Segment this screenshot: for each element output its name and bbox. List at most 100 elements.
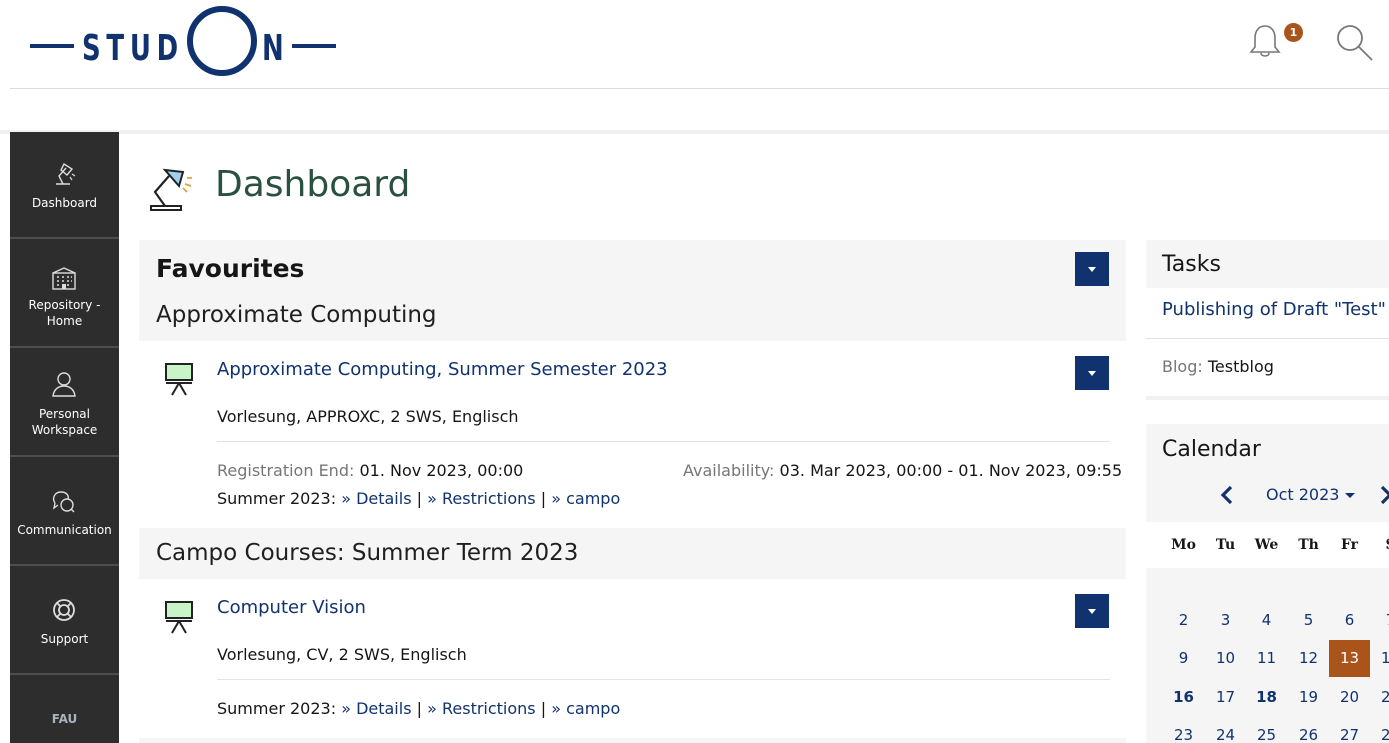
notification-bell-icon[interactable]: [1248, 22, 1282, 60]
task-link[interactable]: Publishing of Draft "Test": [1162, 299, 1386, 320]
fau-logo[interactable]: FAU: [10, 712, 119, 726]
course-actions-button[interactable]: [1075, 594, 1109, 628]
course-title-link[interactable]: Computer Vision: [217, 597, 366, 618]
tasks-footer: [1146, 396, 1389, 400]
sidebar-item-label: Dashboard: [31, 196, 98, 210]
favourites-actions-button[interactable]: [1075, 252, 1109, 286]
studon-logo[interactable]: STUD N: [30, 6, 340, 78]
course-description: Vorlesung, APPROXC, 2 SWS, Englisch: [217, 407, 519, 426]
sidebar-item-support[interactable]: Support: [10, 568, 119, 675]
calendar-day[interactable]: 19: [1288, 679, 1329, 716]
calendar-weekday: We: [1254, 537, 1279, 553]
calendar-month-label: Oct 2023: [1266, 485, 1340, 504]
main-sidebar: Dashboard Repository - Home Personal Wor…: [10, 132, 119, 743]
calendar-day[interactable]: 11: [1246, 640, 1287, 677]
group-title: Campo Courses: Summer Term 2023: [156, 540, 579, 566]
task-meta-label: Blog:: [1162, 357, 1203, 376]
content-band: [0, 130, 1389, 134]
calendar-day[interactable]: 21: [1370, 679, 1389, 716]
property-label: Availability:: [683, 461, 775, 480]
calendar-day[interactable]: 2: [1163, 602, 1204, 639]
restrictions-link[interactable]: » Restrictions: [427, 489, 536, 508]
search-icon[interactable]: [1334, 22, 1374, 62]
sidebar-item-label: Support: [40, 632, 89, 646]
logo-text-left: STUD: [82, 28, 184, 69]
page-title: Dashboard: [215, 164, 411, 205]
course-links: Summer 2023: » Details | » Restrictions …: [217, 489, 620, 508]
task-meta: Blog: Testblog: [1162, 357, 1274, 376]
course-actions-button[interactable]: [1075, 356, 1109, 390]
divider: [217, 441, 1110, 442]
task-meta-value: Testblog: [1207, 357, 1274, 376]
calendar-day[interactable]: 26: [1288, 717, 1329, 743]
separator: |: [540, 489, 547, 508]
calendar-weekday: S: [1370, 537, 1389, 553]
calendar-day[interactable]: 25: [1246, 717, 1287, 743]
calendar-day[interactable]: 10: [1205, 640, 1246, 677]
chevron-left-icon[interactable]: [1218, 484, 1236, 506]
caret-down-icon: [1345, 493, 1356, 498]
course-links: Summer 2023: » Details | » Restrictions …: [217, 699, 620, 718]
course-icon: [165, 601, 193, 634]
calendar-day[interactable]: 5: [1288, 602, 1329, 639]
calendar-day[interactable]: 3: [1205, 602, 1246, 639]
calendar-day[interactable]: 20: [1329, 679, 1370, 716]
details-link[interactable]: » Details: [341, 489, 411, 508]
sidebar-item-label: Communication: [17, 523, 112, 537]
campo-link[interactable]: » campo: [551, 489, 620, 508]
calendar-day[interactable]: 23: [1163, 717, 1204, 743]
chevron-right-icon[interactable]: [1378, 484, 1389, 506]
chat-icon: [52, 491, 75, 513]
dashboard-lamp-icon: [150, 168, 192, 211]
calendar-day[interactable]: 27: [1329, 717, 1370, 743]
sidebar-item-dashboard[interactable]: Dashboard: [10, 132, 119, 239]
separator: |: [416, 699, 423, 718]
availability: Availability: 03. Mar 2023, 00:00 - 01. …: [683, 461, 1122, 480]
divider: [217, 679, 1110, 680]
term-label: Summer 2023:: [217, 489, 337, 508]
course-title-link[interactable]: Approximate Computing, Summer Semester 2…: [217, 359, 668, 380]
details-link[interactable]: » Details: [341, 699, 411, 718]
sidebar-item-personal-workspace[interactable]: Personal Workspace: [10, 350, 119, 457]
property-value: 03. Mar 2023, 00:00 - 01. Nov 2023, 09:5…: [779, 461, 1123, 480]
calendar-weekday: Mo: [1171, 537, 1196, 553]
separator: |: [416, 489, 423, 508]
restrictions-link[interactable]: » Restrictions: [427, 699, 536, 718]
calendar-day[interactable]: 12: [1288, 640, 1329, 677]
campo-link[interactable]: » campo: [551, 699, 620, 718]
course-icon: [165, 363, 193, 396]
sidebar-item-label: Personal Workspace: [31, 407, 98, 437]
calendar-weekday: Th: [1298, 537, 1319, 553]
term-label: Summer 2023:: [217, 699, 337, 718]
calendar-day[interactable]: 28: [1370, 717, 1389, 743]
favourites-title: Favourites: [156, 254, 305, 283]
course-description: Vorlesung, CV, 2 SWS, Englisch: [217, 645, 467, 664]
calendar-day[interactable]: 6: [1329, 602, 1370, 639]
calendar-day[interactable]: 16: [1163, 679, 1204, 716]
calendar-day[interactable]: 4: [1246, 602, 1287, 639]
sidebar-item-communication[interactable]: Communication: [10, 459, 119, 566]
calendar-day[interactable]: 9: [1163, 640, 1204, 677]
group-title: Approximate Computing: [156, 302, 437, 328]
tasks-title: Tasks: [1162, 252, 1221, 277]
header-divider: [10, 88, 1389, 89]
calendar-weekday: Tu: [1215, 537, 1236, 553]
building-icon: [52, 267, 76, 290]
calendar-day[interactable]: 18: [1246, 679, 1287, 716]
calendar-day[interactable]: 24: [1205, 717, 1246, 743]
person-icon: [52, 372, 76, 397]
top-header: STUD N 1: [0, 0, 1389, 89]
property-value: 01. Nov 2023, 00:00: [359, 461, 524, 480]
calendar-day[interactable]: 14: [1370, 640, 1389, 677]
calendar-day[interactable]: 13: [1329, 640, 1370, 677]
calendar-title: Calendar: [1162, 437, 1261, 462]
logo-text-right: N: [262, 28, 290, 69]
calendar-day[interactable]: 17: [1205, 679, 1246, 716]
logo-dash-left: [30, 44, 74, 48]
sidebar-item-repository-home[interactable]: Repository - Home: [10, 241, 119, 348]
calendar-day[interactable]: 7: [1370, 602, 1389, 639]
registration-end: Registration End: 01. Nov 2023, 00:00: [217, 461, 523, 480]
divider: [1146, 338, 1389, 339]
separator: |: [540, 699, 547, 718]
calendar-month-select[interactable]: Oct 2023: [1266, 485, 1356, 504]
